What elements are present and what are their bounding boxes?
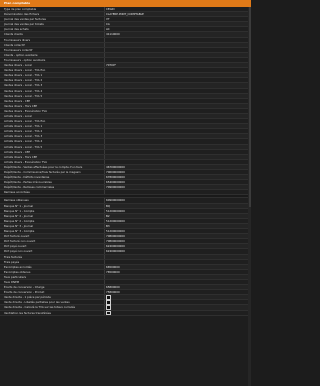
- panel-header: Plan comptable: [0, 0, 251, 7]
- checkbox-icon[interactable]: [106, 310, 111, 316]
- setting-checkbox[interactable]: [106, 310, 247, 316]
- settings-row: Remises accordées: [0, 190, 251, 196]
- checkbox-icon[interactable]: [106, 300, 111, 305]
- setting-label: Remises accordées: [4, 190, 30, 195]
- checkbox-icon[interactable]: [106, 295, 111, 300]
- scrollbar-thumb[interactable]: [248, 7, 251, 207]
- accounting-plan-panel: Plan comptable Type de plan comptable CEG…: [0, 0, 251, 386]
- settings-rows: Type de plan comptable CEGID Dénomination …: [0, 7, 251, 316]
- setting-label: Ventilation les factures transférées: [4, 310, 51, 315]
- vertical-scrollbar[interactable]: [248, 7, 251, 386]
- settings-row: Ventilation les factures transférées: [0, 310, 251, 316]
- checkbox-icon[interactable]: [106, 305, 111, 310]
